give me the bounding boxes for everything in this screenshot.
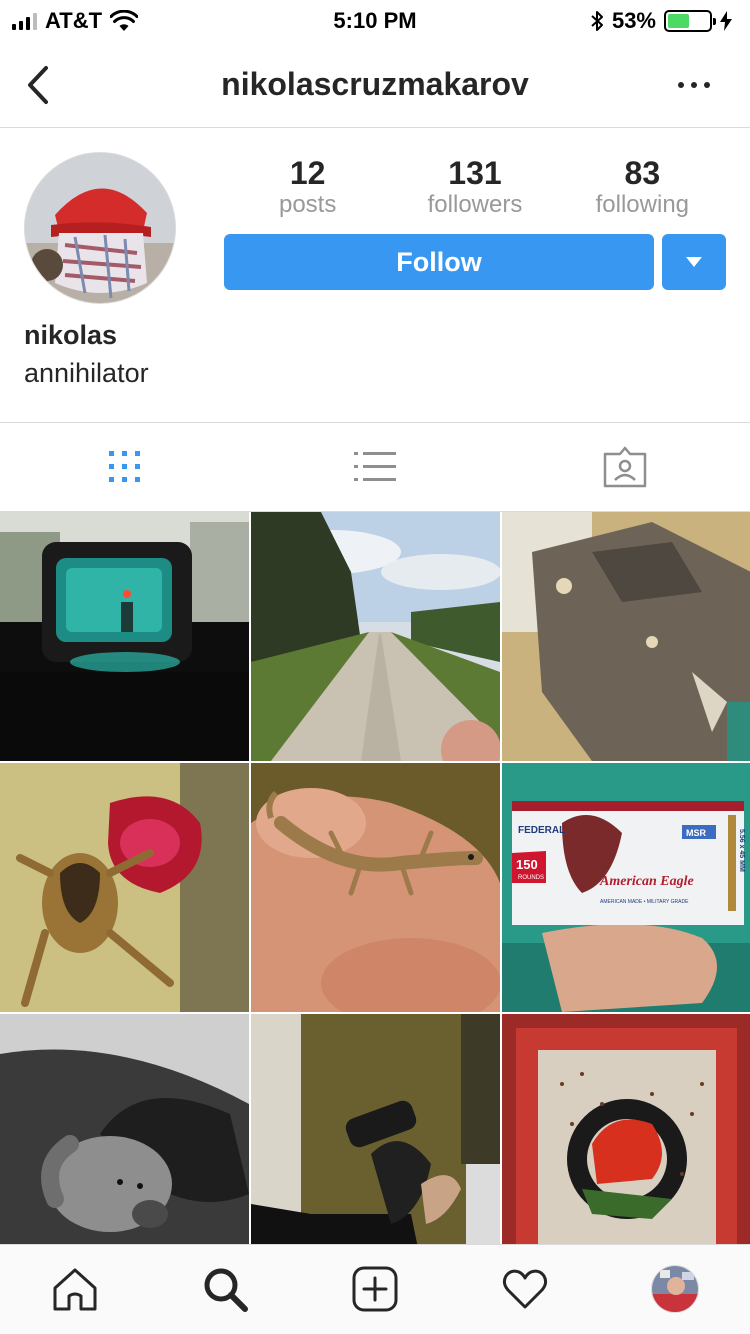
post-image-binoculars xyxy=(251,1014,500,1244)
tab-search[interactable] xyxy=(195,1259,255,1319)
post-thumbnail[interactable] xyxy=(251,512,500,761)
tab-home[interactable] xyxy=(45,1259,105,1319)
tab-grid-view[interactable] xyxy=(0,423,250,511)
tab-new-post[interactable] xyxy=(345,1259,405,1319)
tab-activity[interactable] xyxy=(495,1259,555,1319)
more-options-button[interactable] xyxy=(674,70,714,100)
stat-label: following xyxy=(595,191,690,218)
charging-bolt-icon xyxy=(720,11,732,31)
post-thumbnail[interactable] xyxy=(0,1014,249,1244)
battery-fill xyxy=(668,14,689,28)
search-icon xyxy=(204,1268,248,1312)
post-image-gecko-in-hand xyxy=(251,763,500,1012)
tab-list-view[interactable] xyxy=(250,423,500,511)
followers-count[interactable]: 131 followers xyxy=(391,156,558,220)
status-bar: AT&T 5:10 PM 53% xyxy=(0,0,750,40)
ammo-brand-text: FEDERAL xyxy=(518,825,565,836)
profile-bio: annihilator xyxy=(24,358,149,388)
profile-view-tabs xyxy=(0,422,750,512)
post-thumbnail[interactable]: FEDERAL 150 ROUNDS American Eagle MSR AM… xyxy=(502,763,750,1012)
profile-stats: 12 posts 131 followers 83 following xyxy=(224,156,726,220)
more-horizontal-icon xyxy=(678,82,710,88)
post-image-ammo-box: FEDERAL 150 ROUNDS American Eagle MSR AM… xyxy=(502,763,750,1012)
grid-icon xyxy=(109,451,140,482)
ammo-tagline-text: AMERICAN MADE • MILITARY GRADE xyxy=(600,899,689,905)
post-image-dirt-road xyxy=(251,512,500,761)
battery-percent: 53% xyxy=(611,8,656,33)
post-image-torn-pants xyxy=(502,512,750,761)
stat-label: followers xyxy=(427,191,523,218)
status-right: 53% xyxy=(590,8,732,34)
bluetooth-icon xyxy=(591,11,603,31)
post-image-sleeping-dog xyxy=(0,1014,249,1244)
posts-count[interactable]: 12 posts xyxy=(224,156,391,220)
tab-profile[interactable] xyxy=(645,1259,705,1319)
post-thumbnail[interactable] xyxy=(502,512,750,761)
posts-grid: FEDERAL 150 ROUNDS American Eagle MSR AM… xyxy=(0,512,750,1244)
ammo-badge-text: MSR xyxy=(686,828,707,838)
ammo-count-text: 150 xyxy=(516,857,538,872)
caret-down-icon xyxy=(686,257,702,267)
tab-tagged-view[interactable] xyxy=(500,423,750,511)
stat-value: 83 xyxy=(624,155,661,191)
heart-icon xyxy=(502,1269,548,1309)
post-image-shot-target xyxy=(502,1014,750,1244)
ammo-count-unit-text: ROUNDS xyxy=(518,875,544,881)
stat-value: 12 xyxy=(289,155,326,191)
following-count[interactable]: 83 following xyxy=(559,156,726,220)
battery-icon xyxy=(664,10,716,32)
profile-avatar-icon xyxy=(651,1265,699,1313)
suggested-accounts-button[interactable] xyxy=(662,234,726,290)
ammo-caliber-text: 5.56 x 45 MM xyxy=(738,829,745,872)
list-icon xyxy=(354,452,396,481)
profile-screen: AT&T 5:10 PM 53% nikolascruzmakarov 12 p… xyxy=(0,0,750,1334)
post-thumbnail[interactable] xyxy=(0,512,249,761)
bottom-tab-bar xyxy=(0,1244,750,1334)
post-image-dead-frog xyxy=(0,763,249,1012)
ammo-product-text: American Eagle xyxy=(599,874,694,889)
follow-button[interactable]: Follow xyxy=(224,234,654,290)
stat-value: 131 xyxy=(448,155,502,191)
post-thumbnail[interactable] xyxy=(251,763,500,1012)
post-thumbnail[interactable] xyxy=(251,1014,500,1244)
profile-display-name: nikolas xyxy=(24,320,118,350)
plus-square-icon xyxy=(352,1266,398,1312)
avatar-photo xyxy=(25,153,175,303)
post-image-red-dot-sight xyxy=(0,512,249,761)
profile-avatar[interactable] xyxy=(24,152,176,304)
tagged-user-icon xyxy=(603,446,647,488)
stat-label: posts xyxy=(278,191,337,218)
post-thumbnail[interactable] xyxy=(0,763,249,1012)
home-icon xyxy=(53,1268,97,1311)
post-thumbnail[interactable] xyxy=(502,1014,750,1244)
profile-username-title: nikolascruzmakarov xyxy=(221,66,529,102)
top-navigation-bar: nikolascruzmakarov xyxy=(0,40,750,128)
